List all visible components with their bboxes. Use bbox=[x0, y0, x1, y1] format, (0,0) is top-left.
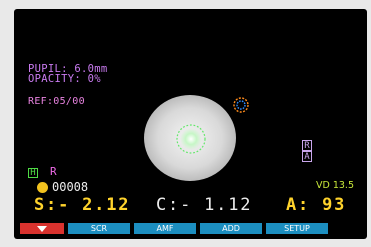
device-bezel: PUPIL: 6.0mm OPACITY: 0% REF:05/00 H R R… bbox=[0, 0, 371, 247]
h-indicator: H bbox=[28, 168, 38, 178]
axis-value: A: 93 bbox=[286, 195, 347, 215]
monitor-screen: PUPIL: 6.0mm OPACITY: 0% REF:05/00 H R R… bbox=[14, 9, 367, 239]
setup-button[interactable]: SETUP bbox=[266, 223, 328, 234]
a-indicator: A bbox=[302, 151, 312, 162]
smiley-icon bbox=[37, 182, 48, 193]
pupil-reflex bbox=[180, 128, 202, 150]
alignment-target-icon bbox=[233, 97, 249, 113]
function-key-bar: SCR AMF ADD SETUP bbox=[14, 223, 367, 236]
ref-readout: REF:05/00 bbox=[28, 96, 85, 107]
cylinder-value: C:- 1.12 bbox=[156, 195, 253, 215]
scr-button[interactable]: SCR bbox=[68, 223, 130, 234]
eye-side-label: R bbox=[50, 165, 57, 178]
menu-down-button[interactable] bbox=[20, 223, 64, 234]
add-button[interactable]: ADD bbox=[200, 223, 262, 234]
r-indicator: R bbox=[302, 140, 312, 151]
opacity-readout: OPACITY: 0% bbox=[28, 73, 101, 85]
sphere-value: S:- 2.12 bbox=[34, 195, 131, 215]
vertex-distance: VD 13.5 bbox=[316, 180, 354, 191]
eye-image bbox=[144, 95, 236, 181]
down-arrow-icon bbox=[37, 225, 47, 232]
amf-button[interactable]: AMF bbox=[134, 223, 196, 234]
measurement-counter: 00008 bbox=[52, 180, 89, 194]
